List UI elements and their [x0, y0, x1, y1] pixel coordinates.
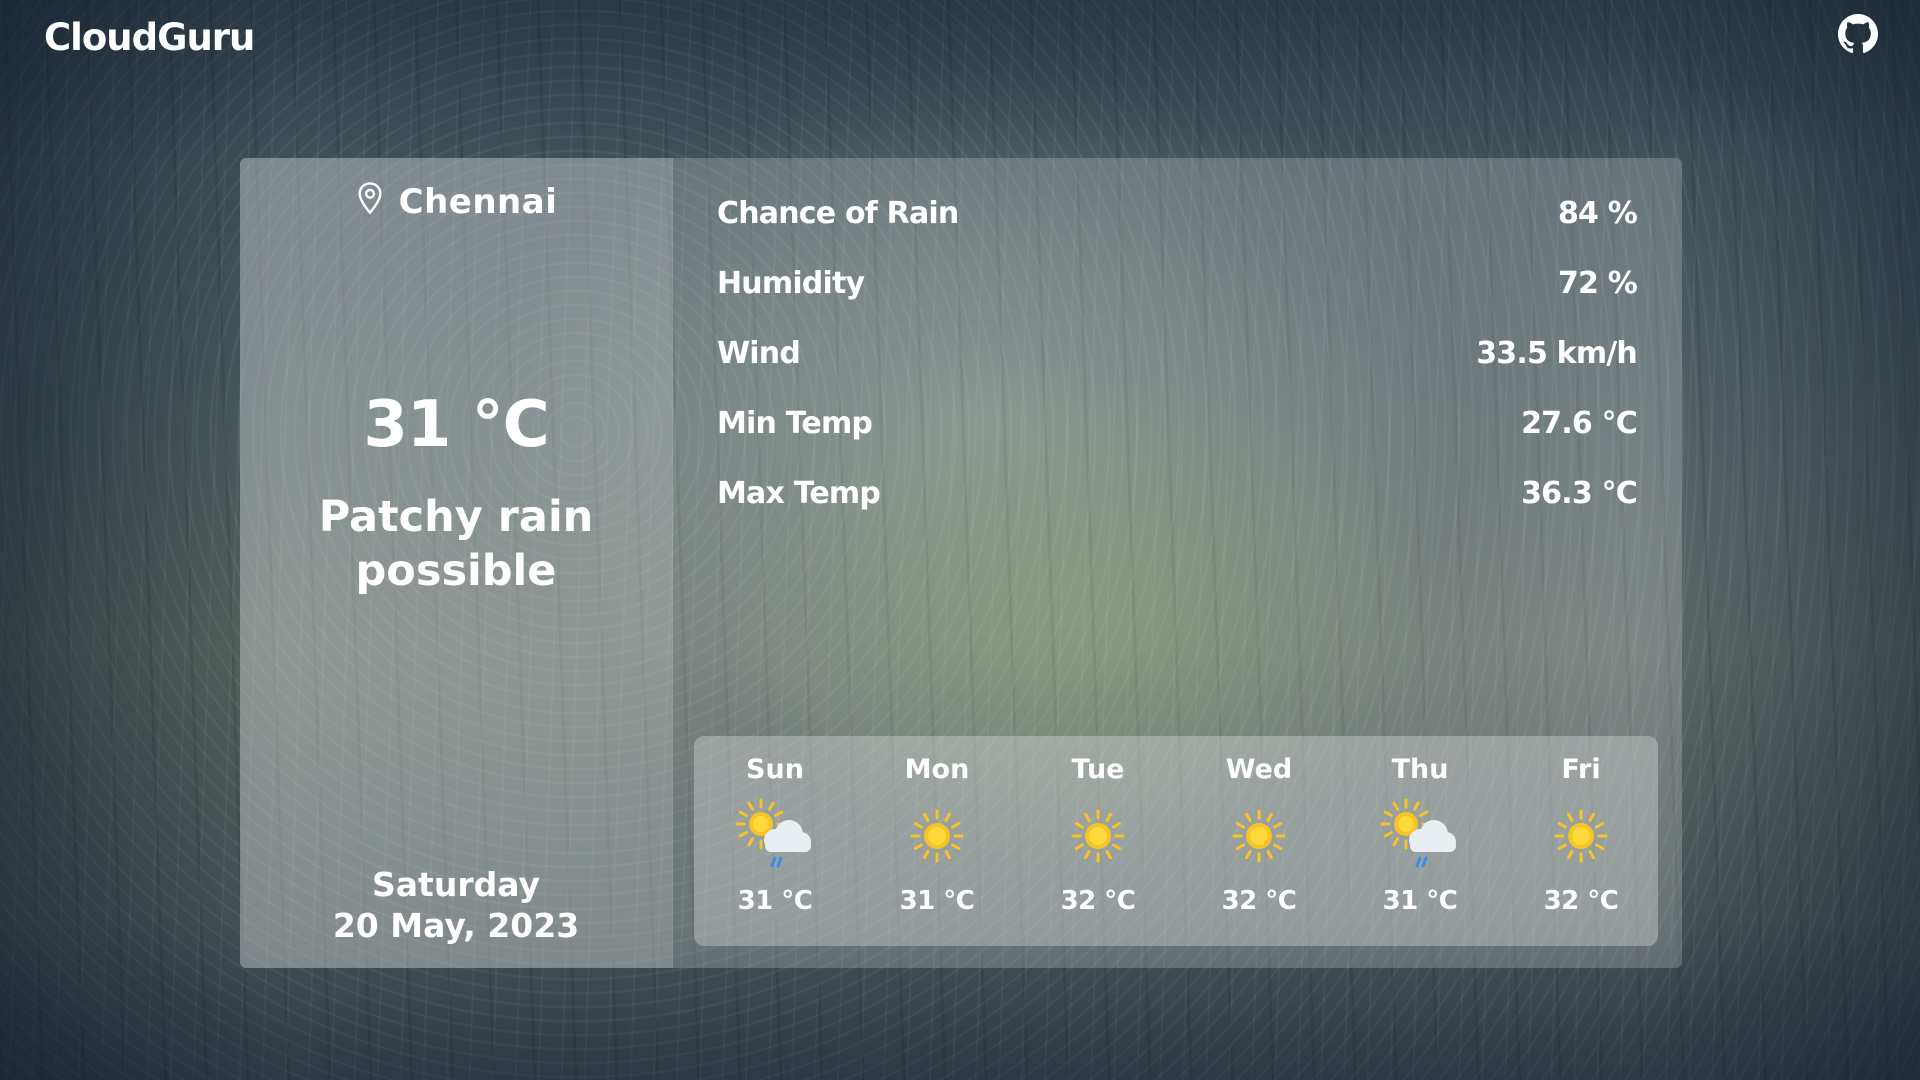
current-date: Saturday 20 May, 2023	[240, 864, 672, 946]
weather-stats: Chance of Rain 84 % Humidity 72 % Wind 3…	[717, 188, 1638, 538]
forecast-day-name: Thu	[1391, 754, 1449, 785]
stat-label: Wind	[717, 336, 801, 371]
forecast-day[interactable]: Tue 32 °C	[1017, 736, 1179, 946]
current-weather-panel: Chennai 31 °C Patchy rain possible Satur…	[240, 158, 673, 968]
forecast-day-name: Wed	[1225, 754, 1293, 785]
forecast-day-temp: 32 °C	[1060, 886, 1136, 916]
forecast-day-name: Mon	[904, 754, 970, 785]
stat-label: Min Temp	[717, 406, 873, 441]
location: Chennai	[240, 180, 672, 222]
stat-label: Humidity	[717, 266, 865, 301]
stat-max-temp: Max Temp 36.3 °C	[717, 468, 1638, 538]
stat-label: Chance of Rain	[717, 196, 959, 231]
stat-chance-of-rain: Chance of Rain 84 %	[717, 188, 1638, 258]
patchy-rain-icon	[735, 796, 815, 876]
weather-card: Chennai 31 °C Patchy rain possible Satur…	[240, 158, 1682, 968]
forecast-day-name: Tue	[1071, 754, 1125, 785]
sunny-icon	[1058, 796, 1138, 876]
location-pin-icon	[355, 181, 385, 215]
github-icon[interactable]	[1838, 14, 1878, 54]
forecast-day-name: Fri	[1561, 754, 1601, 785]
forecast-day-temp: 31 °C	[737, 886, 813, 916]
patchy-rain-icon	[1380, 796, 1460, 876]
forecast-day-name: Sun	[746, 754, 804, 785]
forecast-day-temp: 32 °C	[1543, 886, 1619, 916]
stat-humidity: Humidity 72 %	[717, 258, 1638, 328]
stat-value: 36.3 °C	[1521, 476, 1638, 511]
stat-value: 33.5 km/h	[1476, 336, 1638, 371]
stat-value: 84 %	[1557, 196, 1638, 231]
stat-label: Max Temp	[717, 476, 881, 511]
weather-condition: Patchy rain possible	[318, 492, 594, 596]
stat-value: 72 %	[1557, 266, 1638, 301]
stat-wind: Wind 33.5 km/h	[717, 328, 1638, 398]
sunny-icon	[1541, 796, 1621, 876]
forecast-day[interactable]: Wed 32 °C	[1178, 736, 1340, 946]
sunny-icon	[897, 796, 977, 876]
forecast-day-temp: 31 °C	[899, 886, 975, 916]
forecast-day[interactable]: Mon 31 °C	[856, 736, 1018, 946]
forecast-day-temp: 31 °C	[1382, 886, 1458, 916]
brand-logo[interactable]: CloudGuru	[44, 16, 255, 59]
forecast-strip: Sun 31 °C Mon 31 °C Tue 32 °C Wed 32 °C	[694, 736, 1658, 946]
current-temperature: 31 °C	[363, 388, 549, 462]
location-name: Chennai	[398, 181, 558, 222]
forecast-day[interactable]: Sun 31 °C	[694, 736, 856, 946]
forecast-day-temp: 32 °C	[1221, 886, 1297, 916]
stat-min-temp: Min Temp 27.6 °C	[717, 398, 1638, 468]
forecast-day[interactable]: Fri 32 °C	[1500, 736, 1662, 946]
sunny-icon	[1219, 796, 1299, 876]
stat-value: 27.6 °C	[1521, 406, 1638, 441]
weekday: Saturday	[372, 865, 540, 904]
forecast-day[interactable]: Thu 31 °C	[1339, 736, 1501, 946]
full-date: 20 May, 2023	[332, 906, 580, 945]
